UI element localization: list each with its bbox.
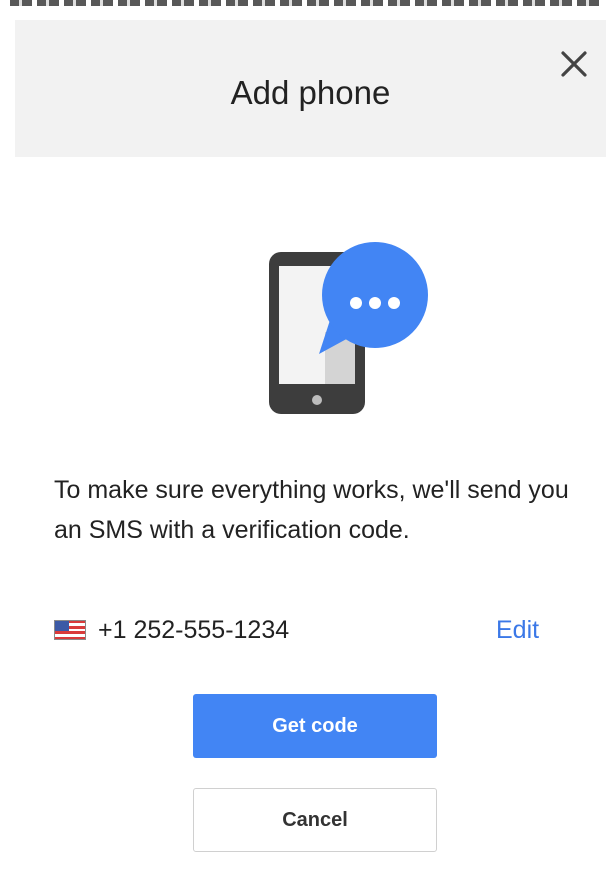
verification-message: To make sure everything works, we'll sen… [54, 476, 569, 544]
edit-phone-link[interactable]: Edit [496, 612, 539, 648]
dialog-title: Add phone [230, 74, 391, 111]
cancel-button[interactable]: Cancel [193, 788, 437, 852]
background-page-strip [0, 0, 606, 20]
get-code-button[interactable]: Get code [193, 694, 437, 758]
phone-number-row: +1 252-555-1234 Edit [54, 612, 554, 648]
dialog-header: Add phone [15, 20, 606, 157]
phone-chat-bubble-icon [265, 232, 435, 422]
background-page-text-fragment [10, 0, 600, 6]
close-icon [561, 51, 587, 77]
phone-number: +1 252-555-1234 [98, 616, 290, 644]
close-button[interactable] [554, 44, 594, 84]
us-flag-icon [54, 620, 86, 640]
